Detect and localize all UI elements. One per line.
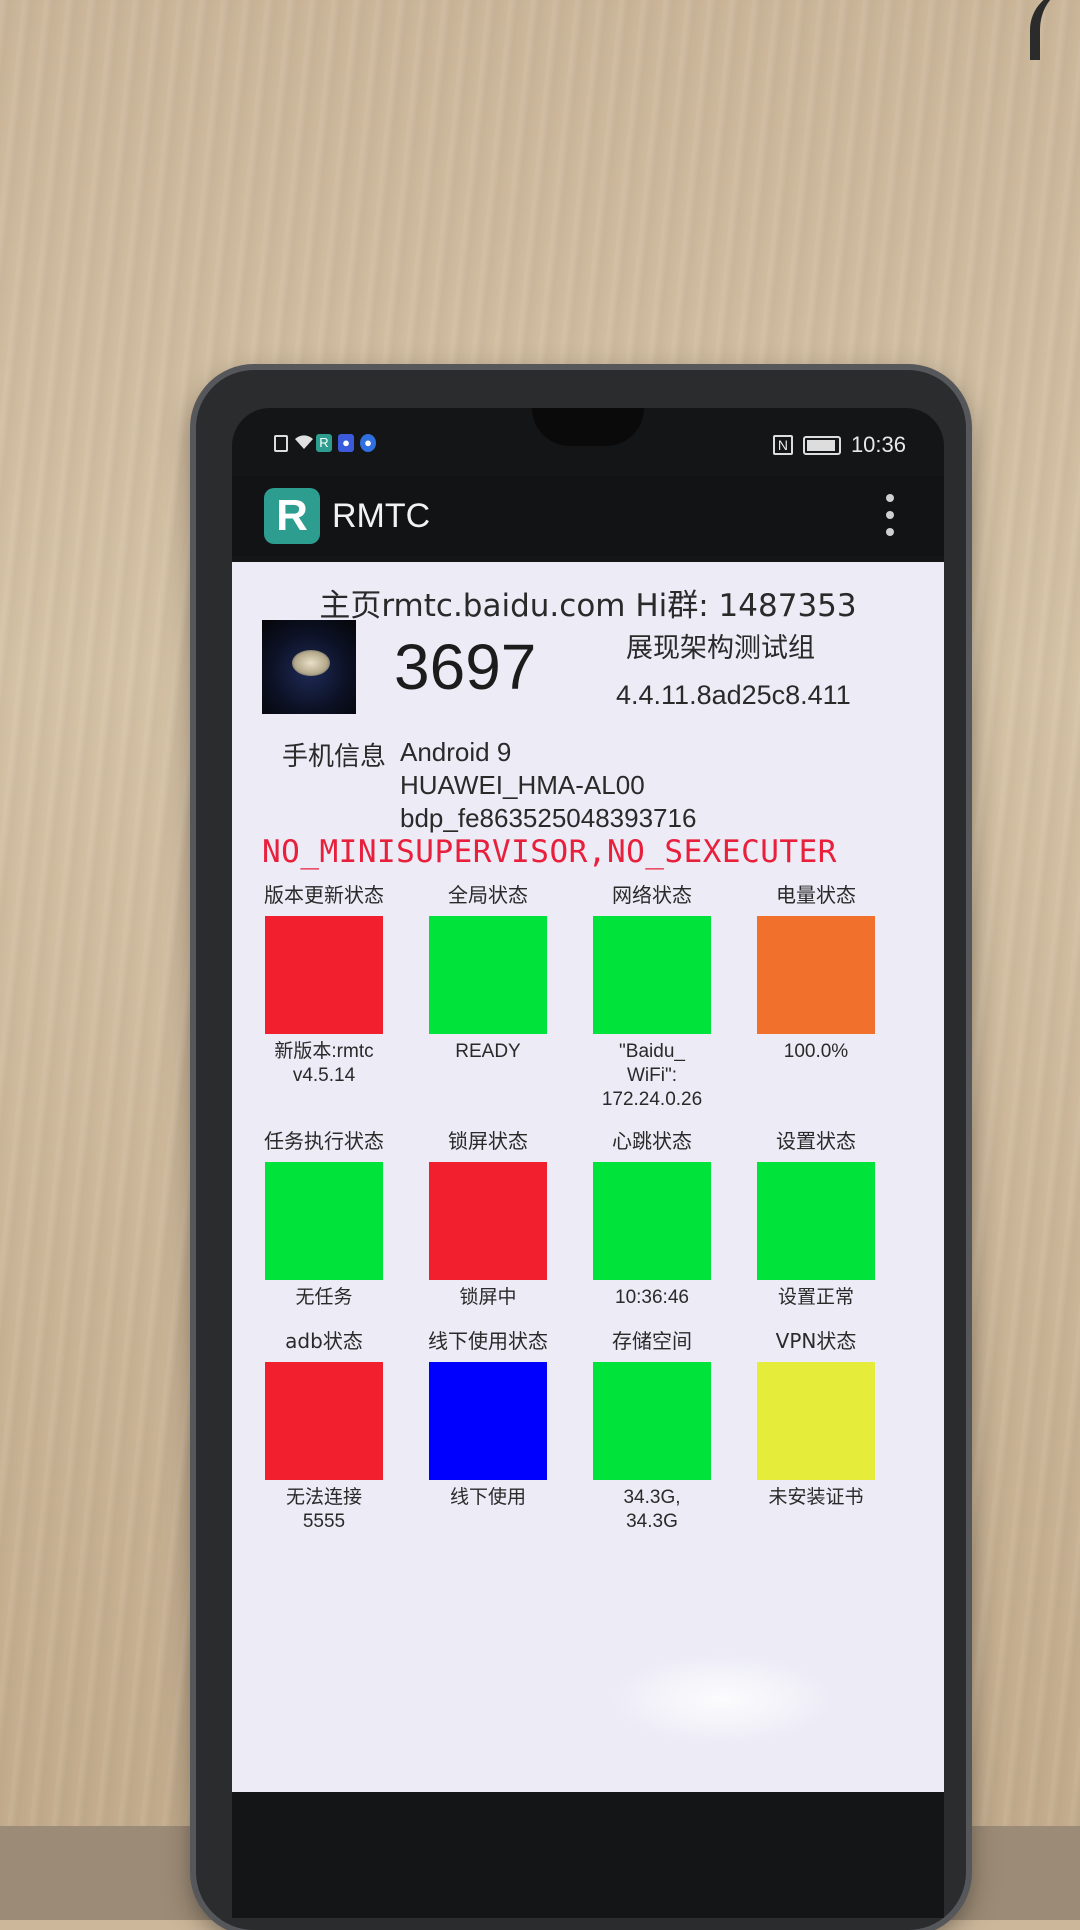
status-indicator[interactable] (429, 1162, 547, 1280)
status-indicator[interactable] (757, 916, 875, 1034)
group-name: 展现架构测试组 (626, 633, 815, 664)
status-cell[interactable]: 锁屏状态 锁屏中 (406, 1128, 570, 1310)
main-content: 主页rmtc.baidu.com Hi群: 1487353 3697 展现架构测… (232, 562, 944, 1792)
overflow-menu-icon[interactable] (886, 494, 894, 536)
status-value: 无任务 (295, 1287, 353, 1308)
android-version: Android 9 (400, 737, 512, 767)
status-indicator[interactable] (265, 1362, 383, 1480)
device-model: HUAWEI_HMA-AL00 (400, 770, 645, 800)
status-value: 无法连接 5555 (285, 1487, 362, 1532)
status-cell[interactable]: adb状态无法连接 5555 (242, 1328, 406, 1534)
status-cell[interactable]: VPN状态未安装证书 (734, 1328, 898, 1510)
status-indicator[interactable] (757, 1162, 875, 1280)
status-value: 新版本:rmtc v4.5.14 (274, 1041, 374, 1086)
status-value: 未安装证书 (768, 1487, 864, 1508)
device-serial: bdp_fe863525048393716 (400, 803, 697, 833)
status-label: adb状态 (285, 1329, 363, 1353)
status-value: 10:36:46 (615, 1287, 689, 1308)
sim-icon (274, 434, 288, 452)
screen-glare (612, 1654, 832, 1744)
status-value: READY (455, 1041, 521, 1062)
rmtc-notification-icon: R (316, 434, 332, 452)
status-value: 34.3G, 34.3G (623, 1487, 681, 1532)
status-bar: R ● ● N 10:36 (232, 428, 944, 468)
status-cell[interactable]: 设置状态 设置正常 (734, 1128, 898, 1310)
status-label: 存储空间 (612, 1329, 692, 1353)
app-version: 4.4.11.8ad25c8.411 (616, 680, 851, 710)
bottom-bezel (232, 1792, 944, 1918)
status-indicator[interactable] (429, 916, 547, 1034)
status-indicator[interactable] (757, 1362, 875, 1480)
status-cell[interactable]: 电量状态 100.0% (734, 882, 898, 1064)
status-indicator[interactable] (429, 1362, 547, 1480)
status-cell[interactable]: 心跳状态 10:36:46 (570, 1128, 734, 1310)
status-label: 版本更新状态 (264, 883, 384, 907)
status-indicator[interactable] (265, 1162, 383, 1280)
app-title: RMTC (332, 496, 431, 535)
status-value: 线下使用 (449, 1487, 526, 1508)
phone-screen: R ● ● N 10:36 R RMTC 主页rmtc.baidu.com Hi… (232, 408, 944, 1918)
status-label: 电量状态 (776, 883, 856, 907)
status-cell[interactable]: 版本更新状态新版本:rmtc v4.5.14 (242, 882, 406, 1088)
status-label: 全局状态 (448, 883, 528, 907)
device-avatar (262, 620, 356, 714)
status-value: 锁屏中 (459, 1287, 517, 1308)
status-label: 心跳状态 (612, 1129, 692, 1153)
nfc-icon: N (772, 435, 793, 455)
status-cell[interactable]: 线下使用状态 线下使用 (406, 1328, 570, 1510)
wifi-icon (294, 434, 313, 452)
status-value: 100.0% (783, 1041, 849, 1062)
status-value: "Baidu_ WiFi": 172.24.0.26 (601, 1041, 703, 1110)
status-cell[interactable]: 网络状态 "Baidu_ WiFi": 172.24.0.26 (570, 882, 734, 1112)
phone-info: Android 9 HUAWEI_HMA-AL00 bdp_fe86352504… (400, 736, 696, 835)
status-indicator[interactable] (593, 1162, 711, 1280)
status-label: 线下使用状态 (428, 1329, 548, 1353)
status-label: 锁屏状态 (448, 1129, 528, 1153)
app-logo: R (264, 488, 320, 544)
app-bar: R RMTC (232, 476, 944, 556)
status-indicator[interactable] (265, 916, 383, 1034)
status-cell[interactable]: 存储空间 34.3G, 34.3G (570, 1328, 734, 1534)
status-cell[interactable]: 全局状态 READY (406, 882, 570, 1064)
status-value: 设置正常 (777, 1287, 854, 1308)
status-indicator[interactable] (593, 916, 711, 1034)
battery-icon (802, 435, 841, 455)
baidu-paw-icon: ● (338, 434, 354, 452)
phone-info-label: 手机信息 (282, 742, 387, 772)
status-label: 设置状态 (776, 1129, 856, 1153)
homepage-line: 主页rmtc.baidu.com Hi群: 1487353 (319, 588, 857, 624)
status-label: 网络状态 (612, 883, 692, 907)
status-indicator[interactable] (593, 1362, 711, 1480)
status-label: VPN状态 (775, 1329, 857, 1353)
clock: 10:36 (850, 432, 906, 457)
status-label: 任务执行状态 (264, 1129, 384, 1153)
warning-text: NO_MINISUPERVISOR,NO_SEXECUTER (262, 834, 837, 870)
device-number: 3697 (394, 631, 537, 703)
status-cell[interactable]: 任务执行状态 无任务 (242, 1128, 406, 1310)
cable (1030, 0, 1080, 60)
baidu-app-icon: ● (360, 434, 376, 452)
